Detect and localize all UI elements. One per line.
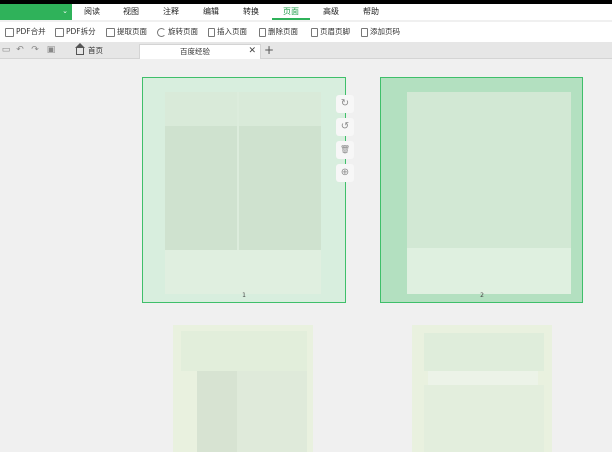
page-1-content-top: [165, 92, 321, 126]
page-number-icon: [361, 27, 368, 37]
home-icon: [75, 42, 85, 55]
rotate-counterclockwise-icon[interactable]: ↺: [336, 118, 354, 136]
insert-page-icon: [208, 27, 215, 37]
trash-icon[interactable]: 🗑: [336, 141, 354, 159]
merge-pdf-label: PDF合并: [16, 27, 46, 36]
menu-item-convert[interactable]: 转换: [243, 4, 259, 20]
page-1-column-divider: [237, 92, 239, 250]
save-icon[interactable]: ▣: [46, 45, 56, 55]
menu-item-view[interactable]: 视图: [123, 4, 139, 20]
tab-home-label: 首页: [88, 46, 103, 55]
add-tab-icon[interactable]: +: [264, 43, 274, 57]
undo-icon[interactable]: ↶: [15, 45, 25, 55]
split-icon: [55, 27, 64, 37]
menu-bar: ⌄ 阅读 视图 注释 编辑 转换 页面 高级 帮助: [0, 4, 612, 20]
menu-item-annotate[interactable]: 注释: [163, 4, 179, 20]
page-thumbnail-1[interactable]: [142, 77, 346, 303]
page-1-content-bottom: [165, 250, 321, 294]
header-footer-icon: [311, 27, 318, 37]
page-4-content-top: [424, 333, 544, 371]
page-1-content-body: [165, 126, 321, 250]
add-page-number-label: 添加页码: [370, 27, 400, 36]
split-pdf-button[interactable]: PDF拆分: [55, 25, 96, 39]
tab-bar: ▭ ↶ ↷ ▣ 首页 百度经验 ✕ +: [0, 42, 612, 59]
page-3-content-image: [197, 371, 237, 452]
page-2-content-body: [407, 92, 571, 248]
menu-item-help[interactable]: 帮助: [363, 4, 379, 20]
rotate-page-label: 旋转页面: [168, 27, 198, 36]
insert-page-label: 插入页面: [217, 27, 247, 36]
add-page-icon[interactable]: ⊕: [336, 164, 354, 182]
page-4-content-band: [428, 371, 538, 385]
delete-page-icon: [259, 27, 266, 37]
add-page-number-button[interactable]: 添加页码: [361, 25, 400, 39]
extract-icon: [106, 27, 115, 37]
tab-document-label: 百度经验: [180, 47, 210, 56]
app-menu-button[interactable]: ⌄: [0, 4, 72, 20]
page-toolbar: PDF合并 PDF拆分 提取页面 旋转页面 插入页面 删除页面 页眉页脚 添加页…: [0, 22, 612, 42]
tab-document[interactable]: 百度经验 ✕: [139, 44, 261, 59]
delete-page-label: 删除页面: [268, 27, 298, 36]
menu-item-edit[interactable]: 编辑: [203, 4, 219, 20]
page-number-2: 2: [480, 292, 484, 299]
open-file-icon[interactable]: ▭: [1, 45, 11, 55]
redo-icon[interactable]: ↷: [30, 45, 40, 55]
page-2-content-bottom: [407, 248, 571, 294]
rotate-page-button[interactable]: 旋转页面: [157, 25, 198, 39]
menu-item-advanced[interactable]: 高级: [323, 4, 339, 20]
page-3-content-text: [237, 371, 307, 452]
tab-home[interactable]: 首页: [75, 42, 103, 58]
page-3-content-top: [181, 331, 307, 371]
page-thumbnail-3[interactable]: [173, 325, 313, 452]
extract-page-label: 提取页面: [117, 27, 147, 36]
header-footer-label: 页眉页脚: [320, 27, 350, 36]
extract-page-button[interactable]: 提取页面: [106, 25, 147, 39]
close-icon[interactable]: ✕: [248, 45, 256, 58]
rotate-icon: [157, 27, 166, 37]
page-thumbnail-4[interactable]: [412, 325, 552, 452]
merge-pdf-button[interactable]: PDF合并: [5, 25, 46, 39]
active-menu-indicator: [272, 18, 310, 20]
page-4-content-body: [424, 385, 544, 452]
menu-item-read[interactable]: 阅读: [84, 4, 100, 20]
split-pdf-label: PDF拆分: [66, 27, 96, 36]
page-thumbnail-2[interactable]: [380, 77, 583, 303]
merge-icon: [5, 27, 14, 37]
rotate-clockwise-icon[interactable]: ↻: [336, 95, 354, 113]
delete-page-button[interactable]: 删除页面: [259, 25, 298, 39]
chevron-down-icon: ⌄: [62, 7, 68, 15]
insert-page-button[interactable]: 插入页面: [208, 25, 247, 39]
page-number-1: 1: [242, 292, 246, 299]
header-footer-button[interactable]: 页眉页脚: [311, 25, 350, 39]
